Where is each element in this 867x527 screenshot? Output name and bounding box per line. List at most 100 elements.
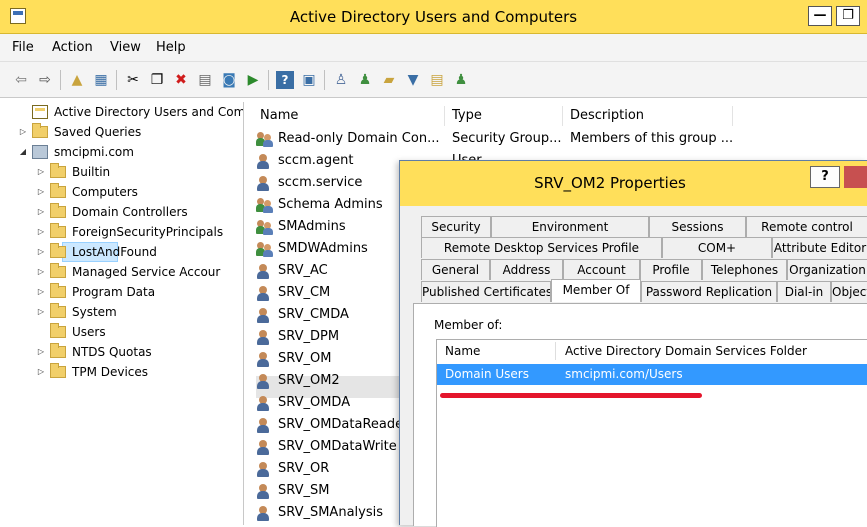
new-group-icon[interactable]: ♟ [356, 71, 374, 89]
tree-item[interactable]: ◢ smcipmi.com [18, 142, 243, 162]
export-list-icon[interactable]: ▶ [244, 71, 262, 89]
find-icon[interactable]: ▤ [428, 71, 446, 89]
tree-item-label: NTDS Quotas [72, 345, 152, 359]
menu-view[interactable]: View [110, 34, 141, 62]
tab-sessions[interactable]: Sessions [649, 216, 746, 237]
expand-arrow-icon[interactable]: ▷ [36, 362, 46, 382]
new-user-icon[interactable]: ♙ [332, 71, 350, 89]
tab-profile[interactable]: Profile [640, 259, 702, 280]
tab-object[interactable]: Object [831, 281, 867, 302]
user-icon [256, 264, 270, 279]
dialog-close-button[interactable] [844, 166, 867, 188]
expand-arrow-icon[interactable]: ▷ [36, 242, 46, 262]
tree-item[interactable]: ▷ LostAndFound [18, 242, 243, 262]
tab-general[interactable]: General [421, 259, 490, 280]
tab-attribute-editor[interactable]: Attribute Editor [772, 237, 867, 258]
object-name: sccm.service [278, 175, 363, 190]
object-description: Members of this group ... [570, 131, 734, 146]
tab-organization[interactable]: Organization [787, 259, 867, 280]
properties-dialog[interactable]: SRV_OM2 Properties ? Security Environmen… [399, 160, 867, 527]
expand-arrow-icon[interactable]: ▷ [18, 122, 28, 142]
tree-item[interactable]: ▷ Managed Service Accour [18, 262, 243, 282]
copy-icon[interactable]: ❐ [148, 71, 166, 89]
column-header-name[interactable]: Name [445, 340, 480, 362]
tree-item-label: Computers [72, 185, 138, 199]
tree-item-label: Saved Queries [54, 125, 142, 139]
show-console-tree-icon[interactable]: ▦ [92, 71, 110, 89]
member-of-page: Member of: Name Active Directory Domain … [413, 303, 867, 527]
tab-telephones[interactable]: Telephones [702, 259, 787, 280]
folder-icon [50, 323, 66, 338]
member-of-list[interactable]: Name Active Directory Domain Services Fo… [436, 339, 867, 527]
tree-item-label: Managed Service Accour [72, 265, 221, 279]
tab-security[interactable]: Security [421, 216, 491, 237]
tree-item[interactable]: ▷ Domain Controllers [18, 202, 243, 222]
user-icon [256, 440, 270, 455]
tab-environment[interactable]: Environment [491, 216, 649, 237]
column-header-folder[interactable]: Active Directory Domain Services Folder [565, 340, 807, 362]
user-icon [256, 154, 270, 169]
up-folder-icon[interactable]: ▲ [68, 71, 86, 89]
tree-item[interactable]: ▷ Computers [18, 182, 243, 202]
tree-item[interactable]: ▷ System [18, 302, 243, 322]
tree-item[interactable]: Users [18, 322, 243, 342]
menu-file[interactable]: File [12, 34, 34, 62]
tab-dial-in[interactable]: Dial-in [777, 281, 831, 302]
tab-com-plus[interactable]: COM+ [662, 237, 772, 258]
menu-action[interactable]: Action [52, 34, 93, 62]
forward-arrow-icon[interactable]: ⇨ [36, 71, 54, 89]
tab-member-of[interactable]: Member Of [551, 279, 641, 302]
cut-icon[interactable]: ✂ [124, 71, 142, 89]
show-action-pane-icon[interactable]: ▣ [300, 71, 318, 89]
expand-arrow-icon[interactable]: ▷ [36, 222, 46, 242]
list-item[interactable]: Read-only Domain Con... Security Group...… [256, 128, 856, 150]
tree-item[interactable]: ▷ TPM Devices [18, 362, 243, 382]
expand-arrow-icon[interactable]: ▷ [36, 282, 46, 302]
tab-published-certificates[interactable]: Published Certificates [421, 281, 551, 302]
tab-account[interactable]: Account [563, 259, 640, 280]
tree-item-label: TPM Devices [72, 365, 149, 379]
tab-remote-desktop-services-profile[interactable]: Remote Desktop Services Profile [421, 237, 662, 258]
expand-arrow-icon[interactable]: ▷ [36, 182, 46, 202]
object-name: sccm.agent [278, 153, 354, 168]
refresh-icon[interactable]: ◙ [220, 71, 238, 89]
tree-item[interactable]: Active Directory Users and Com [18, 102, 243, 122]
tab-remote-control[interactable]: Remote control [746, 216, 867, 237]
object-name: SRV_SM [278, 483, 330, 498]
tree-item[interactable]: ▷ NTDS Quotas [18, 342, 243, 362]
add-to-group-icon[interactable]: ♟ [452, 71, 470, 89]
expand-arrow-icon[interactable]: ▷ [36, 262, 46, 282]
column-header-type[interactable]: Type [452, 106, 482, 126]
tab-address[interactable]: Address [490, 259, 563, 280]
new-ou-icon[interactable]: ▰ [380, 71, 398, 89]
expand-arrow-icon[interactable]: ▷ [36, 302, 46, 322]
menu-bar: File Action View Help [0, 34, 867, 62]
console-tree[interactable]: Active Directory Users and Com ▷ Saved Que… [18, 102, 244, 525]
maximize-button[interactable]: ❐ [836, 6, 860, 26]
tree-item[interactable]: ▷ Saved Queries [18, 122, 243, 142]
folder-icon [50, 183, 66, 198]
tree-item[interactable]: ▷ Builtin [18, 162, 243, 182]
collapse-arrow-icon[interactable]: ◢ [18, 142, 28, 162]
column-header-description[interactable]: Description [570, 106, 644, 126]
console-root-icon [32, 105, 48, 119]
group-icon [256, 198, 274, 213]
menu-help[interactable]: Help [156, 34, 186, 62]
object-name: SRV_OM2 [278, 373, 340, 388]
properties-icon[interactable]: ▤ [196, 71, 214, 89]
expand-arrow-icon[interactable]: ▷ [36, 162, 46, 182]
back-arrow-icon[interactable]: ⇦ [12, 71, 30, 89]
tree-item[interactable]: ▷ Program Data [18, 282, 243, 302]
expand-arrow-icon[interactable]: ▷ [36, 202, 46, 222]
dialog-help-button[interactable]: ? [810, 166, 840, 188]
minimize-button[interactable]: — [808, 6, 832, 26]
expand-arrow-icon[interactable]: ▷ [36, 342, 46, 362]
tab-password-replication[interactable]: Password Replication [641, 281, 777, 302]
list-item[interactable]: Domain Users smcipmi.com/Users [437, 364, 867, 385]
delete-icon[interactable]: ✖ [172, 71, 190, 89]
column-header-name[interactable]: Name [260, 106, 298, 126]
tree-item-label: Program Data [72, 285, 156, 299]
tree-item[interactable]: ▷ ForeignSecurityPrincipals [18, 222, 243, 242]
filter-icon[interactable]: ▼ [404, 71, 422, 89]
help-icon[interactable]: ? [276, 71, 294, 89]
